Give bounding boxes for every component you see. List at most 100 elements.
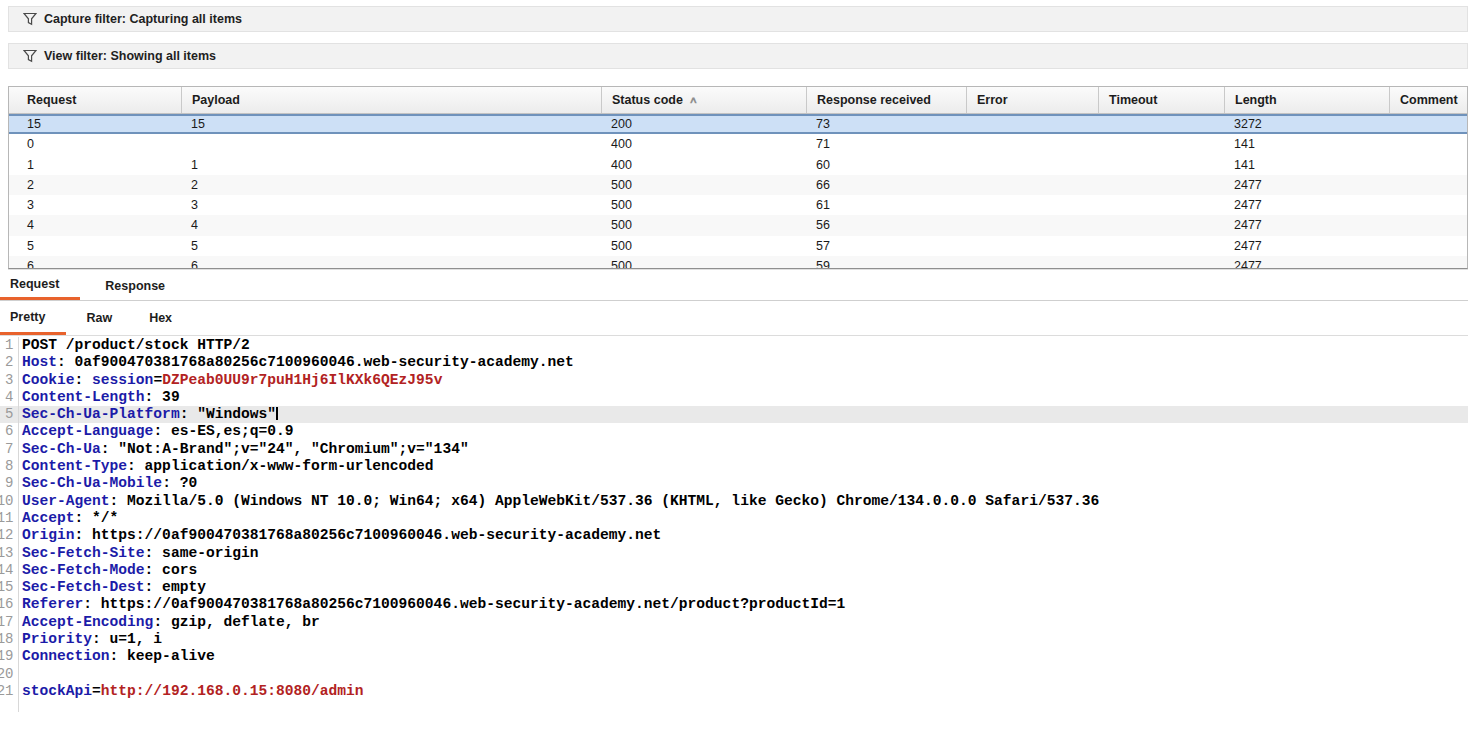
cell-length: 2477 <box>1224 195 1389 215</box>
header-name: User-Agent <box>22 493 110 509</box>
header-name: Accept-Language <box>22 423 153 439</box>
tab-hex[interactable]: Hex <box>139 301 190 335</box>
cell-response_received: 66 <box>806 175 966 195</box>
header-name: Referer <box>22 596 83 612</box>
cell-error <box>966 256 1098 269</box>
line-number: 3 <box>0 372 14 389</box>
cell-request: 0 <box>9 134 181 154</box>
cell-request: 15 <box>9 116 181 132</box>
cell-request: 4 <box>9 215 181 235</box>
view-filter-label: View filter: Showing all items <box>44 49 216 63</box>
header-name: Sec-Fetch-Site <box>22 545 145 561</box>
line-number: 10 <box>0 493 14 510</box>
column-header-label: Length <box>1235 93 1277 107</box>
line-number: 18 <box>0 631 14 648</box>
cell-response_received: 56 <box>806 215 966 235</box>
column-header-comment[interactable]: Comment <box>1389 87 1467 113</box>
column-header-length[interactable]: Length <box>1224 87 1389 113</box>
column-header-label: Error <box>977 93 1008 107</box>
line-number: 17 <box>0 614 14 631</box>
request-line: 4Content-Length: 39 <box>0 389 1468 406</box>
line-number: 4 <box>0 389 14 406</box>
table-row[interactable]: 33500612477 <box>9 195 1467 215</box>
header-name: session <box>92 372 153 388</box>
tab-request[interactable]: Request <box>0 271 80 300</box>
line-number: 1 <box>0 337 14 354</box>
cell-status: 400 <box>601 155 806 175</box>
line-number: 12 <box>0 527 14 544</box>
gutter-separator <box>18 337 19 712</box>
header-name: Origin <box>22 527 75 543</box>
plain-text: : keep-alive <box>110 648 215 664</box>
line-number: 9 <box>0 475 14 492</box>
message-view-tab-bar: Pretty Raw Hex <box>0 301 1468 336</box>
cell-timeout <box>1098 236 1224 256</box>
line-number: 16 <box>0 596 14 613</box>
plain-text: : https://0af900470381768a80256c71009600… <box>75 527 662 543</box>
request-line: 17Accept-Encoding: gzip, deflate, br <box>0 614 1468 631</box>
column-header-status-code[interactable]: Status code∧ <box>601 87 806 113</box>
table-row[interactable]: 040071141 <box>9 134 1467 154</box>
column-header-payload[interactable]: Payload <box>181 87 601 113</box>
plain-text: : */* <box>75 510 119 526</box>
column-header-error[interactable]: Error <box>966 87 1098 113</box>
line-number: 21 <box>0 683 14 700</box>
table-row[interactable]: 1140060141 <box>9 155 1467 175</box>
column-header-label: Status code <box>612 93 683 107</box>
table-row[interactable]: 66500592477 <box>9 256 1467 269</box>
header-name: Priority <box>22 631 92 647</box>
request-line: 6Accept-Language: es-ES,es;q=0.9 <box>0 423 1468 440</box>
line-number: 15 <box>0 579 14 596</box>
plain-text: : cors <box>145 562 198 578</box>
cell-error <box>966 134 1098 154</box>
table-row[interactable]: 55500572477 <box>9 236 1467 256</box>
attack-results-table: RequestPayloadStatus code∧Response recei… <box>8 86 1468 269</box>
cell-payload: 3 <box>181 195 601 215</box>
header-name: Host <box>22 354 57 370</box>
plain-text: : Mozilla/5.0 (Windows NT 10.0; Win64; x… <box>110 493 1100 509</box>
header-name: Sec-Fetch-Mode <box>22 562 145 578</box>
table-row[interactable]: 44500562477 <box>9 215 1467 235</box>
capture-filter-bar[interactable]: Capture filter: Capturing all items <box>8 6 1468 32</box>
header-name: Cookie <box>22 372 75 388</box>
cell-length: 2477 <box>1224 215 1389 235</box>
column-header-request[interactable]: Request <box>9 87 181 113</box>
plain-text: : es-ES,es;q=0.9 <box>153 423 293 439</box>
request-line: 11Accept: */* <box>0 510 1468 527</box>
cell-response_received: 71 <box>806 134 966 154</box>
filter-funnel-icon <box>23 12 37 26</box>
cell-length: 3272 <box>1224 116 1389 132</box>
capture-filter-label: Capture filter: Capturing all items <box>44 12 242 26</box>
cell-response_received: 61 <box>806 195 966 215</box>
header-name: Sec-Fetch-Dest <box>22 579 145 595</box>
cell-comment <box>1389 175 1467 195</box>
cell-request: 5 <box>9 236 181 256</box>
cell-payload: 1 <box>181 155 601 175</box>
tab-raw[interactable]: Raw <box>76 301 130 335</box>
cell-comment <box>1389 195 1467 215</box>
tab-pretty[interactable]: Pretty <box>0 301 66 335</box>
header-name: Connection <box>22 648 110 664</box>
cell-payload: 5 <box>181 236 601 256</box>
request-line: 12 Origin: https://0af900470381768a80256c… <box>0 527 1468 544</box>
line-number: 20 <box>0 666 14 683</box>
cell-error <box>966 195 1098 215</box>
cell-error <box>966 175 1098 195</box>
tab-response[interactable]: Response <box>95 271 181 300</box>
cell-comment <box>1389 134 1467 154</box>
column-header-response-received[interactable]: Response received <box>806 87 966 113</box>
table-body: 1515200733272040071141114006014122500662… <box>9 114 1467 269</box>
table-row[interactable]: 1515200733272 <box>9 114 1467 134</box>
view-filter-bar[interactable]: View filter: Showing all items <box>8 43 1468 69</box>
column-header-timeout[interactable]: Timeout <box>1098 87 1224 113</box>
line-number: 19 <box>0 648 14 665</box>
message-tab-bar: Request Response <box>0 271 1468 301</box>
request-line: 18Priority: u=1, i <box>0 631 1468 648</box>
request-line: 2Host: 0af900470381768a80256c7100960046.… <box>0 354 1468 371</box>
request-editor[interactable]: 1POST /product/stock HTTP/22Host: 0af900… <box>0 337 1468 739</box>
table-header-row: RequestPayloadStatus code∧Response recei… <box>9 87 1467 114</box>
header-name: Content-Length <box>22 389 145 405</box>
table-row[interactable]: 22500662477 <box>9 175 1467 195</box>
line-number: 14 <box>0 562 14 579</box>
cell-error <box>966 215 1098 235</box>
